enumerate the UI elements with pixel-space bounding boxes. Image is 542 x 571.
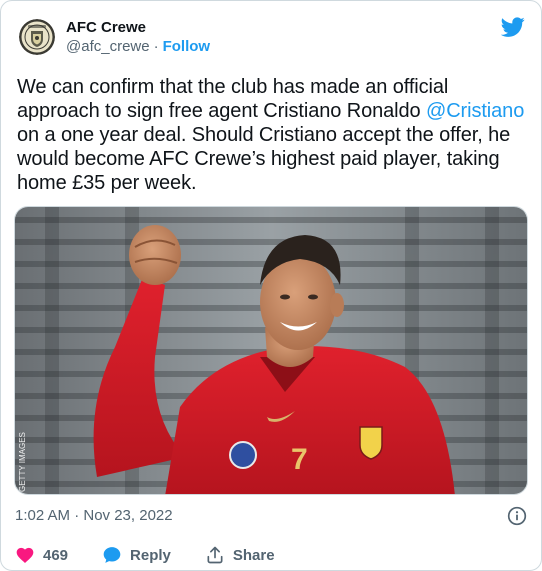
avatar[interactable]: [19, 19, 55, 55]
timestamp[interactable]: 1:02 AM · Nov 23, 2022: [15, 507, 173, 524]
club-crest-icon: [19, 19, 55, 55]
tweet-text: We can confirm that the club has made an…: [17, 75, 527, 195]
tweet-card: AFC Crewe @afc_crewe · Follow We can confi…: [0, 0, 542, 571]
reply-button[interactable]: Reply: [102, 545, 171, 565]
twitter-bird-icon[interactable]: [500, 15, 525, 39]
reply-bubble-icon: [103, 547, 121, 563]
reply-label: Reply: [130, 546, 171, 564]
tweet-photo[interactable]: 7 GETTY IMAGES: [14, 206, 528, 495]
handle[interactable]: @afc_crewe: [66, 38, 150, 55]
mention-link[interactable]: @Cristiano: [426, 100, 524, 122]
share-icon: [207, 546, 223, 564]
separator-dot: ·: [153, 38, 159, 55]
photo-credit: GETTY IMAGES: [18, 432, 27, 492]
info-icon[interactable]: [507, 506, 527, 526]
like-button[interactable]: 469: [15, 545, 68, 565]
tweet-actions: 469 Reply Share: [15, 543, 309, 567]
display-name[interactable]: AFC Crewe: [66, 18, 210, 37]
tweet-text-part1: We can confirm that the club has made an…: [17, 76, 449, 122]
follow-button[interactable]: Follow: [163, 38, 211, 55]
account-names: AFC Crewe @afc_crewe · Follow: [66, 18, 210, 57]
jersey-number: 7: [291, 443, 308, 476]
share-button[interactable]: Share: [205, 545, 275, 565]
tweet-meta: 1:02 AM · Nov 23, 2022: [15, 505, 527, 527]
share-label: Share: [232, 546, 275, 564]
tweet-text-part2: on a one year deal. Should Cristiano acc…: [17, 124, 511, 194]
like-count: 469: [43, 546, 69, 564]
heart-icon: [16, 547, 34, 563]
tweet-header: AFC Crewe @afc_crewe · Follow: [17, 15, 525, 63]
handle-row: @afc_crewe · Follow: [66, 37, 210, 57]
